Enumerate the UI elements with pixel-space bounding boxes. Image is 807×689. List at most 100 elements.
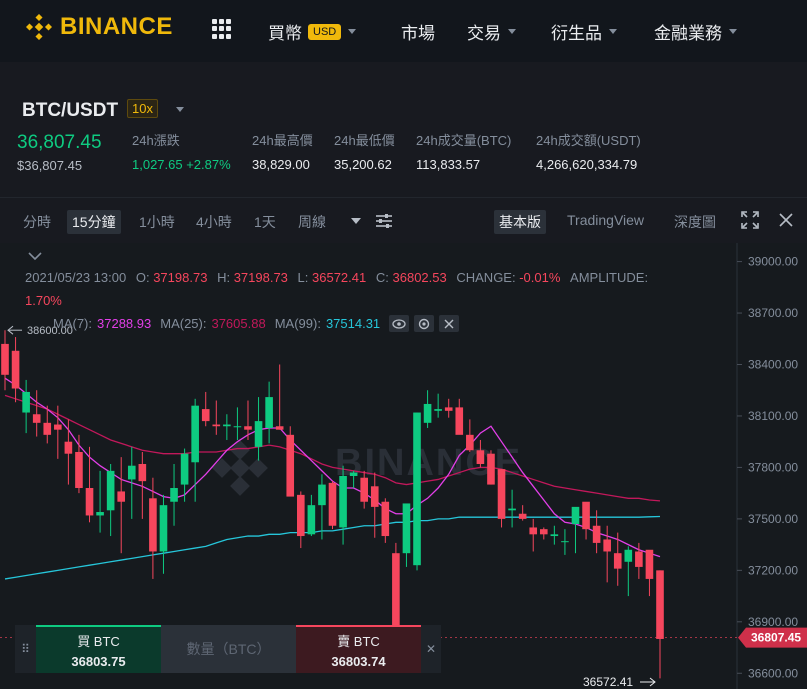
ma25-label: MA(25): <box>160 316 207 331</box>
candle-body <box>212 424 221 427</box>
buy-label: 買 BTC <box>77 634 120 649</box>
buy-button[interactable]: 買 BTC 36803.75 <box>36 625 161 673</box>
close-icon[interactable] <box>778 212 794 228</box>
top-navigation: BINANCE 買幣 USD 市場 交易 衍生品 金融業務 <box>0 0 807 62</box>
quantity-input[interactable]: 數量（BTC） <box>161 625 296 673</box>
candle-body <box>233 426 242 428</box>
interval-1w[interactable]: 周線 <box>293 210 331 234</box>
fullscreen-icon[interactable] <box>741 211 759 229</box>
nav-markets[interactable]: 市場 <box>401 19 435 44</box>
candle-body <box>106 470 115 511</box>
y-tick-label: 38400.00 <box>748 358 798 372</box>
candle-body <box>159 505 168 552</box>
candle-body <box>476 450 485 464</box>
candle-body <box>180 453 189 485</box>
ticker-panel: BTC/USDT 10x 36,807.45 $36,807.45 24h漲跌 … <box>0 62 807 192</box>
eye-icon[interactable] <box>389 315 410 332</box>
chart-area[interactable]: 39000.00 38700.00 38400.00 38100.00 37800.00… <box>0 243 807 689</box>
stat-label: 24h成交量(BTC) <box>416 133 512 148</box>
stat-value: 113,833.57 <box>416 157 481 172</box>
settings-sliders-icon[interactable] <box>375 212 393 230</box>
candle-body <box>455 407 464 435</box>
gear-icon[interactable] <box>414 315 435 332</box>
low-value: 36572.41 <box>312 270 367 285</box>
nav-trade[interactable]: 交易 <box>467 19 516 44</box>
collapse-chevron-icon[interactable] <box>28 251 42 261</box>
interval-4h[interactable]: 4小時 <box>191 210 237 234</box>
candle-body <box>487 453 495 485</box>
candle-body <box>624 549 633 562</box>
interval-time[interactable]: 分時 <box>18 210 56 234</box>
y-tick-label: 38100.00 <box>748 409 798 423</box>
candle-body <box>191 405 199 463</box>
nav-buy-crypto[interactable]: 買幣 USD <box>268 19 357 44</box>
candle-body <box>339 476 347 528</box>
candle-body <box>138 463 147 482</box>
candle-body <box>550 534 559 537</box>
low-marker-label: 36572.41 <box>583 675 633 689</box>
candle-body <box>360 477 368 502</box>
close-icon[interactable] <box>439 315 460 332</box>
view-tradingview[interactable]: TradingView <box>562 210 649 230</box>
candle-body <box>497 469 506 519</box>
candle-body <box>149 498 157 552</box>
chevron-down-icon <box>729 29 737 34</box>
candle-body <box>613 553 622 569</box>
interval-1h[interactable]: 1小時 <box>134 210 180 234</box>
candle-body <box>402 503 411 554</box>
candle-body <box>370 486 379 507</box>
stat-value: 1,027.65 +2.87% <box>132 157 231 172</box>
stat-label: 24h最高價 <box>252 133 313 148</box>
stat-label: 24h成交額(USDT) <box>536 133 641 148</box>
candle-body <box>328 482 337 526</box>
binance-logo[interactable]: BINANCE <box>26 13 173 41</box>
nav-finance[interactable]: 金融業務 <box>654 19 737 44</box>
view-depth[interactable]: 深度圖 <box>669 210 721 234</box>
candle-body <box>307 505 316 535</box>
ma7-label: MA(7): <box>53 316 92 331</box>
stat-value: 4,266,620,334.79 <box>536 157 638 172</box>
open-value: 37198.73 <box>153 270 208 285</box>
close-icon[interactable]: ✕ <box>421 625 441 673</box>
nav-derivatives[interactable]: 衍生品 <box>551 19 617 44</box>
interval-1d[interactable]: 1天 <box>249 210 281 234</box>
brand-name: BINANCE <box>60 13 173 40</box>
stat-24h-change: 24h漲跌 1,027.65 +2.87% <box>132 130 231 172</box>
watermark-diamond <box>212 458 232 478</box>
y-tick-label: 36600.00 <box>748 666 798 680</box>
candle-body <box>518 513 527 519</box>
candle-body <box>423 403 432 423</box>
candle-body <box>466 434 474 451</box>
nav-label: 買幣 <box>268 24 302 43</box>
close-value: 36802.53 <box>392 270 447 285</box>
candle-body <box>127 465 136 480</box>
sell-label: 賣 BTC <box>337 634 380 649</box>
change-value: -0.01% <box>519 270 561 285</box>
ma-legend: MA(7): 37288.93 MA(25): 37605.88 MA(99):… <box>53 315 460 332</box>
candle-body <box>508 508 516 511</box>
sell-button[interactable]: 賣 BTC 36803.74 <box>296 625 421 673</box>
nav-label: 市場 <box>401 24 435 43</box>
y-tick-label: 36900.00 <box>748 615 798 629</box>
drag-handle-icon[interactable]: ⠿ <box>15 625 36 673</box>
chevron-down-icon <box>348 29 357 34</box>
leverage-badge[interactable]: 10x <box>127 99 158 118</box>
y-tick-label: 37800.00 <box>748 460 798 474</box>
ma99-label: MA(99): <box>274 316 321 331</box>
binance-diamond-icon <box>26 14 52 40</box>
change-label: CHANGE: <box>456 270 516 285</box>
more-intervals-icon[interactable] <box>351 218 361 224</box>
apps-grid-icon[interactable] <box>212 19 232 39</box>
watermark-diamond <box>230 476 250 496</box>
candle-body <box>592 525 601 543</box>
interval-15m[interactable]: 15分鐘 <box>67 210 121 234</box>
chevron-down-icon[interactable] <box>176 107 184 112</box>
candle-body <box>32 414 41 423</box>
ma7-value: 37288.93 <box>97 316 152 331</box>
low-label: L: <box>297 270 309 285</box>
view-basic[interactable]: 基本版 <box>494 210 546 234</box>
candlestick-chart[interactable]: 39000.00 38700.00 38400.00 38100.00 37800.00… <box>0 243 807 689</box>
trading-pair[interactable]: BTC/USDT <box>22 100 118 122</box>
candle-body <box>244 426 252 430</box>
current-price-label: 36807.45 <box>751 631 801 645</box>
